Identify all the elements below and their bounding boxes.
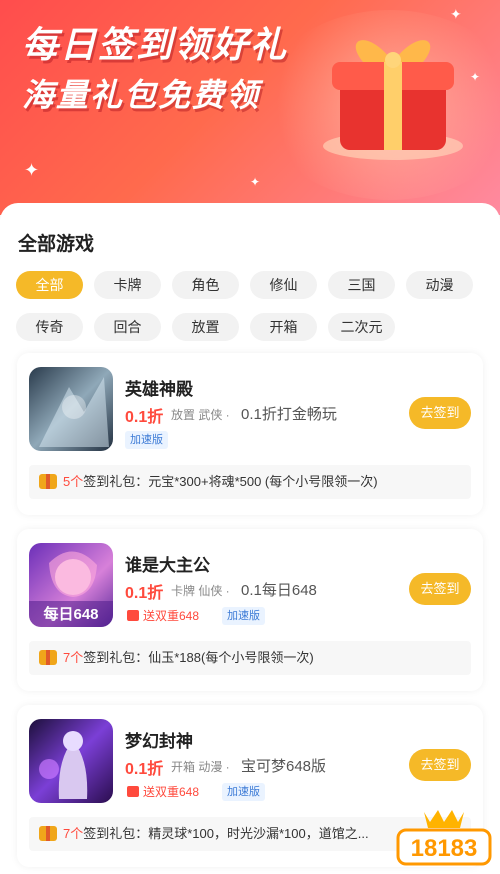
filter-chip-anime[interactable]: 动漫	[406, 271, 473, 299]
gift-count: 7个	[63, 650, 84, 665]
filter-chip-card[interactable]: 卡牌	[94, 271, 161, 299]
filter-chip-box[interactable]: 开箱	[250, 313, 317, 341]
speed-badge: 加速版	[222, 783, 265, 801]
discount-label: 0.1折	[125, 585, 164, 602]
game-desc: 0.1每日648	[241, 582, 317, 599]
dream-god-icon[interactable]	[29, 719, 113, 803]
game-tags: 开箱 动漫 ·	[171, 760, 230, 774]
filter-chip-turn-based[interactable]: 回合	[94, 313, 161, 341]
signin-button[interactable]: 去签到	[409, 397, 471, 429]
filter-chip-cultivation[interactable]: 修仙	[250, 271, 317, 299]
hero-temple-icon[interactable]	[29, 367, 113, 451]
filter-chip-legend[interactable]: 传奇	[16, 313, 83, 341]
promo-banner: 每日签到领好礼 海量礼包免费领 ✦ ✦ ✦ ✦	[0, 0, 500, 215]
gift-icon	[39, 826, 57, 841]
site-logo-icon: 18183	[396, 810, 492, 866]
gift-text: 签到礼包：元宝*300+将魂*500 (每个小号限领一次)	[83, 474, 378, 489]
game-card[interactable]: 每日648 谁是大主公 0.1折 卡牌 仙侠 · 0.1每日648 送双重648…	[17, 529, 483, 691]
speed-badge: 加速版	[222, 607, 265, 625]
banner-title-line1: 每日签到领好礼	[22, 24, 289, 65]
game-name[interactable]: 梦幻封神	[125, 727, 193, 752]
section-title: 全部游戏	[18, 234, 95, 255]
speed-badge: 加速版	[125, 431, 168, 449]
game-list-panel: 全部游戏 全部 卡牌 角色 修仙 三国 动漫 传奇 回合 放置 开箱 二次元 英…	[0, 203, 500, 874]
game-card[interactable]: 英雄神殿 0.1折 放置 武侠 · 0.1折打金畅玩 加速版 去签到 5个签到礼…	[17, 353, 483, 515]
gift-text: 签到礼包：仙玉*188(每个小号限领一次)	[83, 650, 314, 665]
double-648-badge: 送双重648	[125, 783, 204, 801]
filter-chip-all[interactable]: 全部	[16, 271, 83, 299]
filter-chip-acg[interactable]: 二次元	[328, 313, 395, 341]
game-tags: 卡牌 仙侠 ·	[171, 584, 230, 598]
gift-pack-bar[interactable]: 7个签到礼包：仙玉*188(每个小号限领一次)	[29, 641, 471, 675]
icon-caption: 每日648	[43, 606, 99, 623]
lord-game-icon[interactable]: 每日648	[29, 543, 113, 627]
gift-text: 签到礼包：精灵球*100，时光沙漏*100，道馆之...	[83, 826, 369, 841]
game-desc: 宝可梦648版	[241, 758, 327, 775]
double-648-badge: 送双重648	[125, 607, 204, 625]
watermark-text: 18183	[411, 835, 478, 862]
discount-label: 0.1折	[125, 761, 164, 778]
game-name[interactable]: 英雄神殿	[125, 375, 193, 400]
gift-icon	[39, 650, 57, 665]
filter-chip-role[interactable]: 角色	[172, 271, 239, 299]
gift-pack-bar[interactable]: 5个签到礼包：元宝*300+将魂*500 (每个小号限领一次)	[29, 465, 471, 499]
game-desc: 0.1折打金畅玩	[241, 406, 337, 423]
gift-count: 7个	[63, 826, 84, 841]
gift-count: 5个	[63, 474, 84, 489]
signin-button[interactable]: 去签到	[409, 573, 471, 605]
banner-title-line2: 海量礼包免费领	[22, 77, 261, 113]
filter-chip-three-kingdoms[interactable]: 三国	[328, 271, 395, 299]
game-name[interactable]: 谁是大主公	[125, 551, 210, 576]
game-tags: 放置 武侠 ·	[171, 408, 230, 422]
gift-box-icon	[323, 40, 463, 160]
filter-chip-idle[interactable]: 放置	[172, 313, 239, 341]
signin-button[interactable]: 去签到	[409, 749, 471, 781]
discount-label: 0.1折	[125, 409, 164, 426]
gift-icon	[39, 474, 57, 489]
